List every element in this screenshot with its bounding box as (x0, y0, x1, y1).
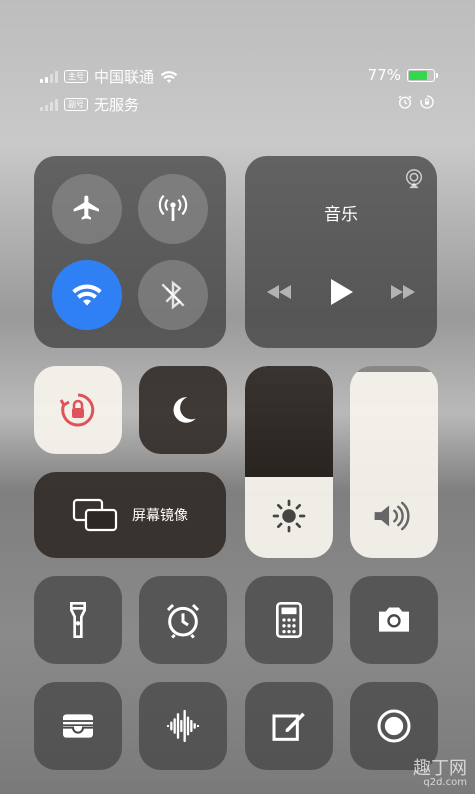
record-icon (377, 709, 411, 743)
screen-record-button[interactable] (350, 682, 438, 770)
brightness-slider[interactable] (245, 366, 333, 558)
alarm-clock-icon (166, 603, 200, 639)
watermark-sub: q2d.com (423, 777, 467, 788)
waveform-icon (166, 709, 200, 743)
wifi-icon (72, 284, 102, 306)
wallet-icon (63, 714, 93, 738)
bluetooth-off-icon (161, 280, 185, 310)
rotation-lock-status-icon (420, 95, 434, 109)
carrier-row-2: 副号 无服务 (40, 94, 139, 115)
signal-bars-1 (40, 70, 58, 83)
screen-mirroring-button[interactable]: 屏幕镜像 (34, 472, 226, 558)
battery-percent: 77% (367, 66, 401, 84)
timer-button[interactable] (139, 576, 227, 664)
previous-track-icon[interactable] (265, 283, 293, 301)
battery-icon (407, 68, 438, 82)
cellular-data-toggle[interactable] (138, 174, 208, 244)
carrier-row-1: 主号 中国联通 (40, 66, 178, 87)
play-icon[interactable] (328, 278, 354, 306)
camera-button[interactable] (350, 576, 438, 664)
screen-mirroring-label: 屏幕镜像 (132, 508, 188, 524)
voice-memo-button[interactable] (139, 682, 227, 770)
watermark: 趣丁网 q2d.com (413, 760, 467, 788)
sun-icon (272, 499, 306, 533)
brightness-slider-track (245, 366, 333, 478)
sim2-badge: 副号 (64, 98, 88, 111)
note-edit-icon (272, 712, 305, 741)
bluetooth-toggle[interactable] (138, 260, 208, 330)
calculator-icon (276, 602, 302, 638)
camera-icon (379, 607, 409, 632)
music-panel[interactable]: 音乐 (245, 156, 437, 348)
status-icons-2 (397, 94, 435, 110)
screen-mirroring-icon (72, 498, 118, 532)
wallet-button[interactable] (34, 682, 122, 770)
sim1-badge: 主号 (64, 70, 88, 83)
next-track-icon[interactable] (389, 283, 417, 301)
wifi-status-icon (160, 70, 178, 83)
battery-group: 77% (367, 66, 438, 84)
flashlight-button[interactable] (34, 576, 122, 664)
volume-slider-track (350, 366, 438, 372)
speaker-icon (374, 501, 410, 531)
rotation-lock-icon (59, 393, 95, 427)
watermark-text: 趣丁网 (413, 758, 467, 779)
notes-button[interactable] (245, 682, 333, 770)
flashlight-icon (70, 602, 86, 638)
music-controls (265, 278, 417, 306)
status-bar: 主号 中国联通 副号 无服务 77% (40, 66, 438, 116)
connectivity-panel (34, 156, 226, 348)
signal-bars-2 (40, 98, 58, 111)
moon-icon (173, 397, 196, 423)
volume-slider[interactable] (350, 366, 438, 558)
airplay-icon[interactable] (403, 168, 425, 190)
rotation-lock-button[interactable] (34, 366, 122, 454)
carrier1-name: 中国联通 (94, 68, 155, 86)
alarm-status-icon (398, 95, 412, 109)
music-title: 音乐 (324, 205, 358, 225)
wifi-toggle[interactable] (52, 260, 122, 330)
airplane-icon (73, 195, 99, 220)
calculator-button[interactable] (245, 576, 333, 664)
carrier2-name: 无服务 (94, 96, 140, 114)
cellular-antenna-icon (158, 194, 188, 221)
do-not-disturb-button[interactable] (139, 366, 227, 454)
airplane-mode-toggle[interactable] (52, 174, 122, 244)
